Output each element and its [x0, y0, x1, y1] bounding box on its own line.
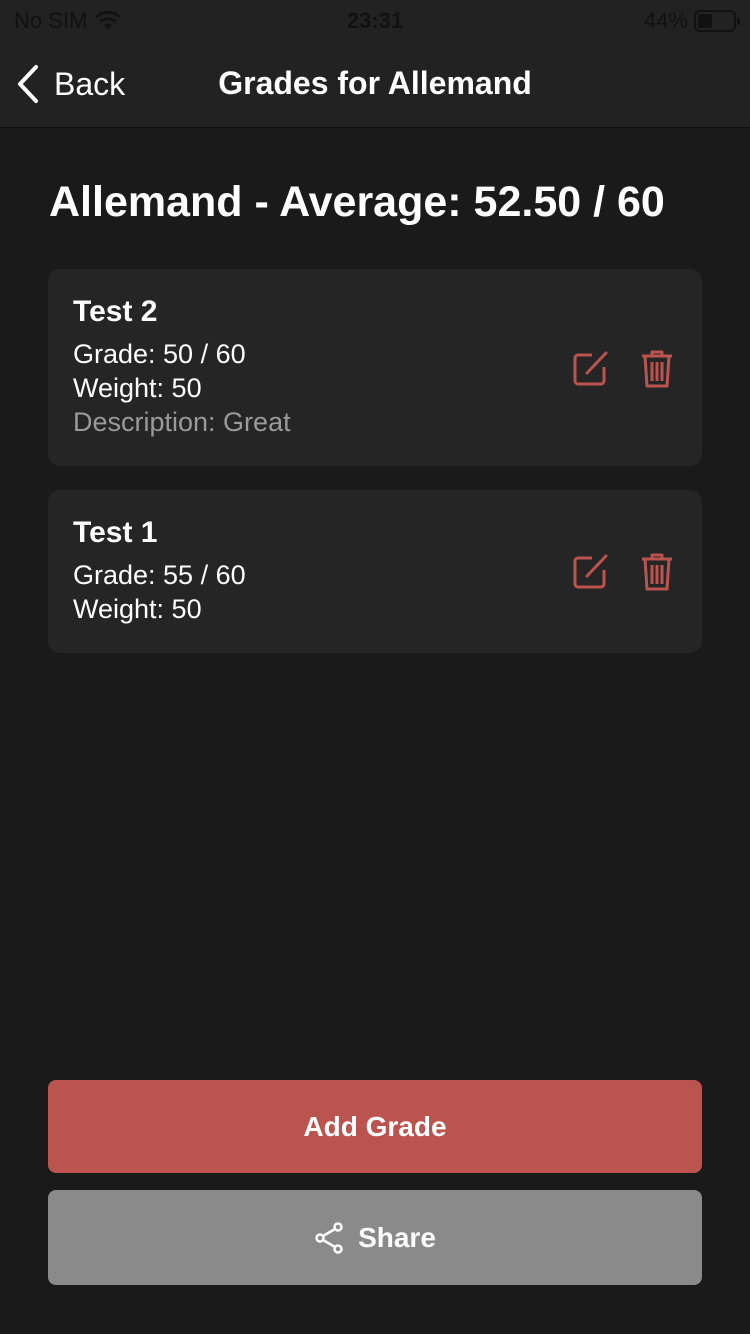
grade-name: Test 1	[73, 516, 158, 549]
nav-title: Grades for Allemand	[218, 65, 532, 101]
edit-icon[interactable]	[572, 552, 610, 597]
grade-name: Test 2	[73, 295, 158, 328]
trash-icon[interactable]	[640, 349, 674, 394]
edit-icon[interactable]	[572, 349, 610, 394]
share-button[interactable]: Share	[48, 1190, 702, 1285]
status-bar: No SIM 23:31 44%	[0, 0, 750, 40]
battery-icon	[694, 10, 740, 32]
clock: 23:31	[346, 8, 404, 33]
trash-icon[interactable]	[640, 552, 674, 597]
battery-percent: 44%	[643, 8, 688, 33]
average-heading: Allemand - Average: 52.50 / 60	[49, 178, 665, 226]
grade-card: Test 2 Grade: 50 / 60 Weight: 50 Descrip…	[48, 269, 702, 466]
grade-card: Test 1 Grade: 55 / 60 Weight: 50	[48, 490, 702, 653]
add-grade-button[interactable]: Add Grade	[48, 1080, 702, 1173]
grade-weight: Weight: 50	[73, 594, 202, 624]
add-grade-label: Add Grade	[303, 1110, 447, 1142]
share-label: Share	[358, 1221, 436, 1253]
grade-description: Description: Great	[73, 407, 291, 437]
nav-bar: Back Grades for Allemand	[0, 40, 750, 128]
share-icon	[315, 1221, 343, 1254]
